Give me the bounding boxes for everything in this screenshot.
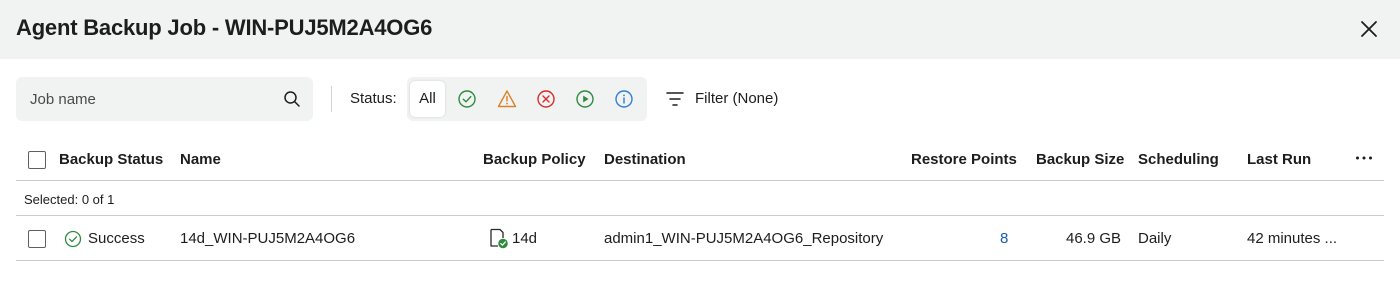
toolbar: Status: All Filter (None)	[0, 77, 1400, 121]
selection-summary-row: Selected: 0 of 1	[16, 182, 1384, 216]
info-icon[interactable]	[613, 88, 635, 110]
search-icon[interactable]	[283, 90, 301, 108]
policy-check-icon	[490, 228, 508, 249]
toolbar-divider	[331, 86, 332, 112]
close-icon[interactable]	[1358, 18, 1380, 40]
column-header-last-run[interactable]: Last Run	[1247, 151, 1311, 168]
table-header: Backup Status Name Backup Policy Destina…	[16, 140, 1384, 181]
column-header-restore-points[interactable]: Restore Points	[911, 151, 1017, 168]
row-backup-size: 46.9 GB	[1066, 230, 1122, 247]
error-x-icon[interactable]	[535, 88, 557, 110]
column-header-name[interactable]: Name	[180, 151, 221, 168]
row-checkbox[interactable]	[28, 230, 46, 248]
column-header-backup-size[interactable]: Backup Size	[1036, 151, 1124, 168]
column-header-backup-policy[interactable]: Backup Policy	[483, 151, 586, 168]
row-backup-policy: 14d	[512, 230, 538, 247]
search-box	[16, 77, 313, 121]
row-last-run: 42 minutes ...	[1247, 230, 1338, 247]
selection-count-text: Selected: 0 of 1	[24, 192, 115, 207]
row-status: Success	[88, 230, 145, 247]
more-options-icon[interactable]	[1354, 147, 1374, 169]
select-all-checkbox[interactable]	[28, 151, 46, 169]
row-restore-points-link[interactable]: 8	[1000, 230, 1008, 247]
status-filter-group: All	[407, 77, 647, 121]
dialog-header: Agent Backup Job - WIN-PUJ5M2A4OG6	[0, 0, 1400, 59]
row-scheduling: Daily	[1138, 230, 1172, 247]
table-row[interactable]: Success 14d_WIN-PUJ5M2A4OG6 14d admin1_W…	[16, 217, 1384, 261]
success-check-icon[interactable]	[456, 88, 478, 110]
column-header-backup-status[interactable]: Backup Status	[59, 151, 163, 168]
dialog-title: Agent Backup Job - WIN-PUJ5M2A4OG6	[16, 15, 433, 40]
success-check-icon	[64, 230, 82, 248]
job-name-search-input[interactable]	[30, 88, 270, 110]
column-header-destination[interactable]: Destination	[604, 151, 686, 168]
running-play-icon[interactable]	[574, 88, 596, 110]
status-label: Status:	[350, 90, 397, 107]
warning-icon[interactable]	[496, 88, 518, 110]
status-filter-all-button[interactable]: All	[410, 81, 445, 117]
filter-lines-icon	[666, 92, 684, 106]
row-job-name: 14d_WIN-PUJ5M2A4OG6	[180, 230, 356, 247]
column-header-scheduling[interactable]: Scheduling	[1138, 151, 1219, 168]
row-destination: admin1_WIN-PUJ5M2A4OG6_Repository	[604, 230, 884, 247]
filter-label: Filter (None)	[695, 90, 779, 107]
